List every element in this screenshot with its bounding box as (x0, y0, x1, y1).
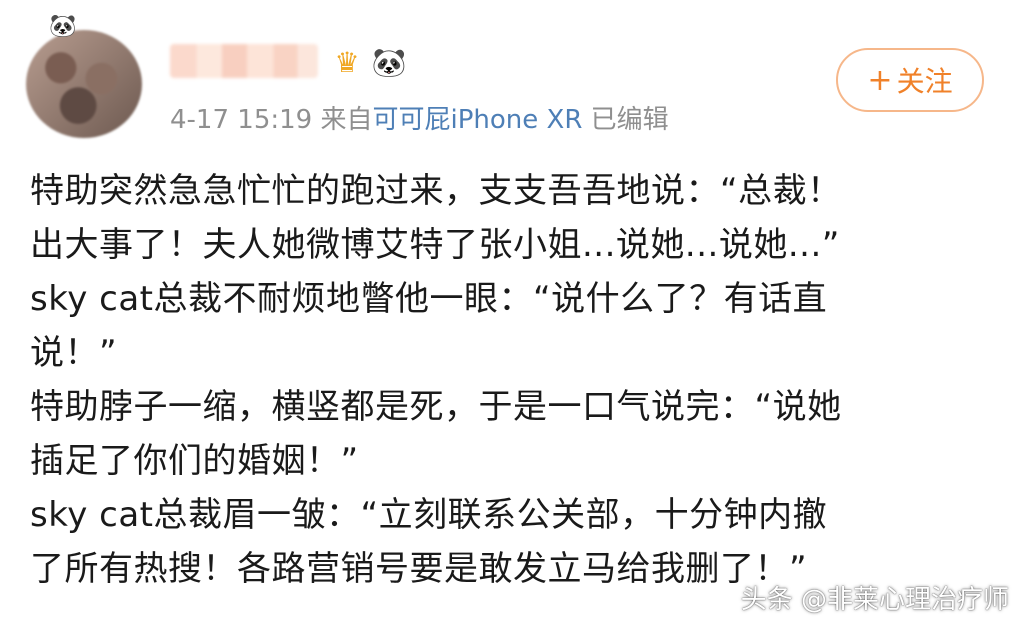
post-line: 说！” (30, 333, 118, 373)
crown-icon: ♛ (334, 46, 360, 79)
post-timestamp: 4-17 15:19 (170, 105, 313, 135)
username-blurred[interactable] (170, 44, 318, 78)
post-body: 特助突然急急忙忙的跑过来，支支吾吾地说：“总裁！ 出大事了！夫人她微博艾特了张小… (30, 164, 1005, 596)
post-line: sky cat总裁不耐烦地瞥他一眼：“说什么了？有话直 (30, 279, 828, 319)
device-link[interactable]: 可可屁iPhone XR (372, 105, 582, 135)
post-line: 出大事了！夫人她微博艾特了张小姐...说她...说她...” (30, 225, 840, 265)
post-meta: 4-17 15:19 来自可可屁iPhone XR 已编辑 (170, 100, 669, 140)
source-prefix: 来自 (320, 105, 373, 135)
post-line: 插足了你们的婚姻！” (30, 441, 359, 481)
edited-label: 已编辑 (590, 105, 669, 135)
avatar[interactable] (26, 30, 142, 138)
post-line: sky cat总裁眉一皱：“立刻联系公关部，十分钟内撤 (30, 495, 828, 535)
post-line: 特助脖子一缩，横竖都是死，于是一口气说完：“说她 (30, 387, 842, 427)
follow-label: 关注 (896, 65, 953, 98)
panda-icon: 🐼 (371, 46, 407, 79)
avatar-badge-icon: 🐼 (49, 14, 77, 39)
watermark: 头条 @非莱心理治疗师 (740, 585, 1009, 615)
follow-button[interactable]: + 关注 (836, 48, 984, 112)
post-line: 特助突然急急忙忙的跑过来，支支吾吾地说：“总裁！ (30, 171, 842, 211)
plus-icon: + (867, 62, 893, 98)
